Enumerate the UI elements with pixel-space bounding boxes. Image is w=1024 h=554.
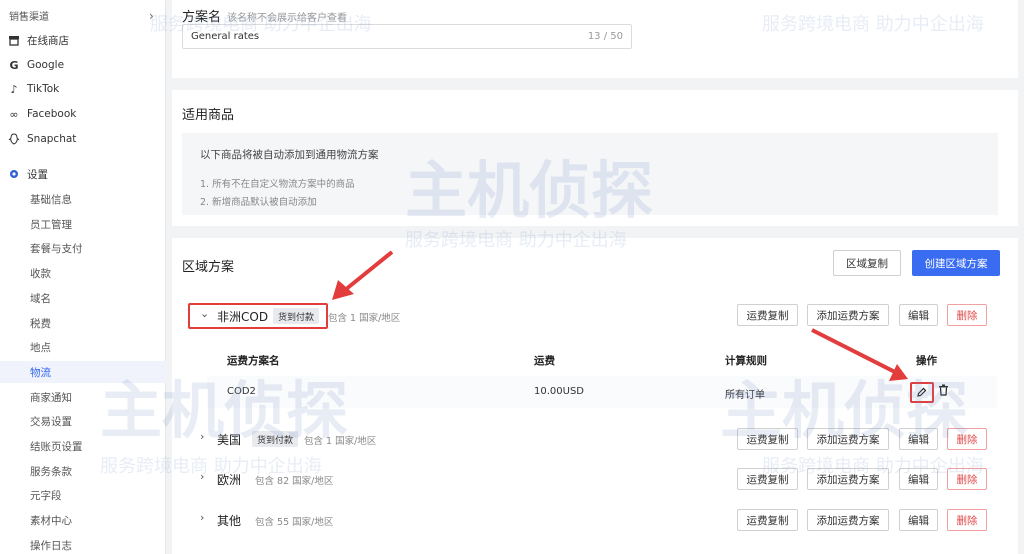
sidebar-section-sales-channels[interactable]: 销售渠道 bbox=[0, 4, 166, 26]
copy-zone-button[interactable]: 区域复制 bbox=[833, 250, 901, 276]
sidebar-subitem[interactable]: 素材中心 bbox=[0, 509, 166, 531]
sidebar-subitem[interactable]: 服务条款 bbox=[0, 460, 166, 482]
sidebar-item-google[interactable]: G Google bbox=[0, 54, 166, 76]
chevron-right-icon[interactable]: › bbox=[149, 9, 154, 23]
zone-count: 包含 55 国家/地区 bbox=[255, 517, 334, 528]
delete-zone-button[interactable]: 删除 bbox=[947, 468, 987, 490]
col-header-rule: 计算规则 bbox=[725, 355, 767, 367]
snapchat-icon bbox=[7, 132, 21, 146]
sidebar-subitem-logistics[interactable]: 物流 bbox=[0, 361, 166, 383]
sidebar-subitem[interactable]: 域名 bbox=[0, 287, 166, 309]
facebook-icon: ∞ bbox=[9, 107, 19, 121]
edit-zone-button[interactable]: 编辑 bbox=[899, 468, 938, 490]
char-counter: 13 / 50 bbox=[587, 31, 623, 42]
table-row: COD2 10.00USD 所有订单 bbox=[207, 376, 997, 408]
zone-name: 其他 bbox=[217, 514, 242, 528]
add-fee-plan-button[interactable]: 添加运费方案 bbox=[807, 468, 889, 490]
zone-row-europe[interactable]: › 欧洲 包含 82 国家/地区 运费复制 添加运费方案 编辑 删除 bbox=[182, 458, 998, 498]
sidebar-subitem[interactable]: 交易设置 bbox=[0, 410, 166, 432]
gear-icon bbox=[7, 167, 21, 181]
sidebar-item-label: Facebook bbox=[27, 108, 77, 120]
products-info-line: 以下商品将被自动添加到通用物流方案 bbox=[200, 149, 379, 161]
sidebar-subitem[interactable]: 套餐与支付 bbox=[0, 237, 166, 259]
google-icon: G bbox=[9, 58, 19, 72]
col-header-fee: 运费 bbox=[534, 355, 555, 367]
sidebar-subitem[interactable]: 收款 bbox=[0, 262, 166, 284]
sidebar-item-label: 在线商店 bbox=[27, 34, 69, 47]
zone-count: 包含 1 国家/地区 bbox=[304, 436, 377, 447]
trash-icon[interactable] bbox=[938, 384, 952, 400]
sidebar-subitem[interactable]: 地点 bbox=[0, 336, 166, 358]
delete-zone-button[interactable]: 删除 bbox=[947, 304, 987, 326]
tiktok-icon: ♪ bbox=[10, 82, 18, 96]
edit-zone-button[interactable]: 编辑 bbox=[899, 509, 938, 531]
products-info-line: 2. 新增商品默认被自动添加 bbox=[200, 197, 317, 208]
zone-count: 包含 82 国家/地区 bbox=[255, 476, 334, 487]
rate-rule: 所有订单 bbox=[725, 390, 765, 401]
zone-count: 包含 1 国家/地区 bbox=[328, 313, 401, 324]
col-header-ops: 操作 bbox=[916, 355, 937, 367]
edit-zone-button[interactable]: 编辑 bbox=[899, 304, 938, 326]
products-title: 适用商品 bbox=[182, 108, 235, 123]
products-info-box: 以下商品将被自动添加到通用物流方案 1. 所有不在自定义物流方案中的商品 2. … bbox=[182, 133, 998, 215]
zone-row-usa[interactable]: › 美国 货到付款 包含 1 国家/地区 运费复制 添加运费方案 编辑 删除 bbox=[182, 418, 998, 458]
chevron-right-icon[interactable]: › bbox=[200, 430, 204, 443]
sidebar-item-snapchat[interactable]: Snapchat bbox=[0, 128, 166, 150]
zone-name: 美国 bbox=[217, 433, 242, 447]
sidebar-item-online-store[interactable]: 在线商店 bbox=[0, 29, 166, 51]
sidebar-item-label: TikTok bbox=[27, 83, 60, 95]
copy-fee-button[interactable]: 运费复制 bbox=[737, 509, 798, 531]
copy-fee-button[interactable]: 运费复制 bbox=[737, 468, 798, 490]
add-fee-plan-button[interactable]: 添加运费方案 bbox=[807, 304, 889, 326]
sidebar-item-tiktok[interactable]: ♪ TikTok bbox=[0, 78, 166, 100]
zone-name: 欧洲 bbox=[217, 473, 242, 487]
plan-name-label: 方案名 bbox=[182, 10, 222, 25]
sidebar-subitem[interactable]: 员工管理 bbox=[0, 213, 166, 235]
edit-zone-button[interactable]: 编辑 bbox=[899, 428, 938, 450]
sidebar-section-label: 销售渠道 bbox=[9, 11, 49, 23]
sidebar-subitem[interactable]: 基础信息 bbox=[0, 188, 166, 210]
add-fee-plan-button[interactable]: 添加运费方案 bbox=[807, 509, 889, 531]
sidebar-item-settings[interactable]: 设置 bbox=[0, 163, 166, 185]
sidebar-subitem[interactable]: 元字段 bbox=[0, 484, 166, 506]
cod-tag: 货到付款 bbox=[252, 431, 299, 447]
sidebar-subitem[interactable]: 操作日志 bbox=[0, 534, 166, 554]
zone-row-other[interactable]: › 其他 包含 55 国家/地区 运费复制 添加运费方案 编辑 删除 bbox=[182, 499, 998, 539]
delete-zone-button[interactable]: 删除 bbox=[947, 428, 987, 450]
store-icon bbox=[7, 33, 21, 47]
copy-fee-button[interactable]: 运费复制 bbox=[737, 304, 798, 326]
plan-name-hint: 该名称不会展示给客户查看 bbox=[227, 13, 348, 24]
plan-name-input[interactable]: General rates 13 / 50 bbox=[182, 24, 632, 49]
chevron-right-icon[interactable]: › bbox=[200, 511, 204, 524]
sidebar-subitem[interactable]: 税费 bbox=[0, 312, 166, 334]
rate-name: COD2 bbox=[227, 386, 256, 397]
create-zone-button[interactable]: 创建区域方案 bbox=[912, 250, 1000, 276]
add-fee-plan-button[interactable]: 添加运费方案 bbox=[807, 428, 889, 450]
copy-fee-button[interactable]: 运费复制 bbox=[737, 428, 798, 450]
col-header-name: 运费方案名 bbox=[227, 355, 280, 367]
sidebar-item-label: 设置 bbox=[27, 168, 48, 181]
delete-zone-button[interactable]: 删除 bbox=[947, 509, 987, 531]
main-content: 方案名 该名称不会展示给客户查看 General rates 13 / 50 适… bbox=[172, 0, 1018, 554]
chevron-right-icon[interactable]: › bbox=[200, 470, 204, 483]
highlight-box bbox=[188, 303, 328, 329]
plan-name-value: General rates bbox=[191, 31, 260, 42]
sidebar-subitem[interactable]: 结账页设置 bbox=[0, 435, 166, 457]
sidebar: 销售渠道 › 在线商店 G Google ♪ TikTok ∞ Facebook… bbox=[0, 0, 166, 554]
rate-fee: 10.00USD bbox=[534, 386, 584, 397]
highlight-box bbox=[910, 382, 934, 403]
sidebar-subitem[interactable]: 商家通知 bbox=[0, 386, 166, 408]
plan-name-card: 方案名 该名称不会展示给客户查看 General rates 13 / 50 bbox=[172, 0, 1018, 78]
sidebar-item-label: Snapchat bbox=[27, 133, 77, 145]
zones-title: 区域方案 bbox=[182, 260, 235, 275]
sidebar-item-facebook[interactable]: ∞ Facebook bbox=[0, 103, 166, 125]
products-info-line: 1. 所有不在自定义物流方案中的商品 bbox=[200, 179, 355, 190]
sidebar-item-label: Google bbox=[27, 59, 65, 71]
